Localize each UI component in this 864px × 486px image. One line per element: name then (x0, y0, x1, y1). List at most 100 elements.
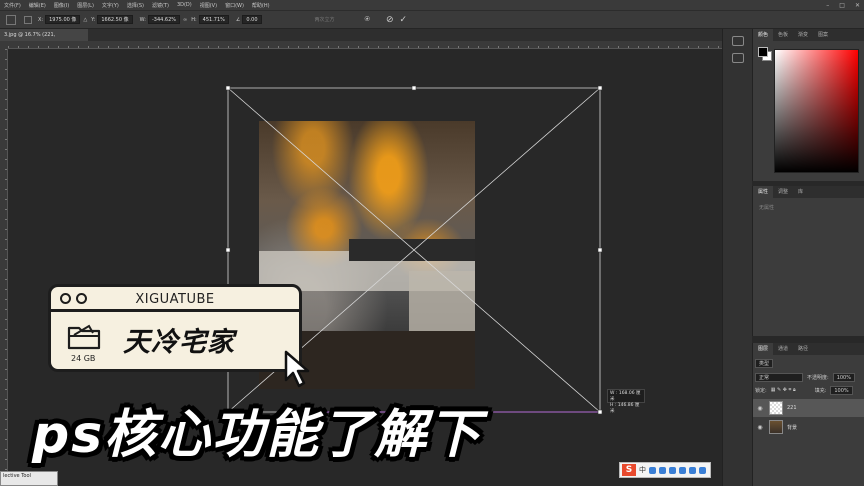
h-label: H: (191, 16, 197, 23)
ime-skin-icon[interactable] (689, 466, 696, 474)
menu-bar: 文件(F) 编辑(E) 图像(I) 图层(L) 文字(Y) 选择(S) 滤镜(T… (0, 0, 864, 10)
document-tab-bar: 3.jpg @ 16.7% (221, RGB/8#)× (0, 29, 722, 50)
play-icon[interactable] (731, 53, 744, 63)
vertical-ruler[interactable] (0, 49, 8, 486)
layer-name[interactable]: 221 (787, 405, 797, 411)
blend-row: 正常 不透明度: 100% (755, 372, 855, 382)
color-panel: 颜色 色板 渐变 图案 (752, 29, 864, 181)
blend-mode-select[interactable]: 正常 (755, 372, 803, 382)
layer-row[interactable]: ◉ 背景 (753, 418, 864, 436)
minimize-icon[interactable]: – (826, 2, 829, 9)
menu-help[interactable]: 帮助(H) (248, 2, 274, 9)
layer-row[interactable]: ◉ 221 (753, 399, 864, 417)
layer-thumbnail (769, 420, 783, 434)
color-picker-field[interactable] (774, 49, 859, 173)
x-field[interactable]: 1975.00 像 (45, 15, 81, 24)
card-name: 天冷宅家 (123, 327, 235, 358)
tab-libraries[interactable]: 库 (793, 186, 808, 198)
h-field[interactable]: 451.71% (198, 15, 229, 24)
ime-punctuation-icon[interactable] (649, 466, 656, 474)
menu-file[interactable]: 文件(F) (0, 2, 25, 9)
transform-size-readout: W : 168.06 厘米 H : 146.86 厘米 (607, 389, 645, 414)
opacity-field[interactable]: 100% (832, 372, 855, 382)
layer-name[interactable]: 背景 (787, 424, 797, 431)
reference-point-icon[interactable] (24, 15, 32, 24)
y-label: Y: (91, 16, 96, 23)
card-size-label: 24 GB (71, 354, 96, 363)
menu-3d[interactable]: 3D(D) (173, 2, 196, 8)
ime-tools-icon[interactable] (699, 466, 706, 474)
ime-toolbar: S 中 (619, 462, 711, 478)
tool-tooltip: lective Tool (0, 471, 58, 486)
readout-height: H : 146.86 厘米 (610, 403, 640, 414)
close-icon[interactable]: ✕ (855, 2, 860, 9)
menu-edit[interactable]: 编辑(E) (25, 2, 50, 9)
card-header: XIGUATUBE (51, 287, 299, 312)
visibility-eye-icon[interactable]: ◉ (755, 405, 765, 412)
lock-icons[interactable]: ▦ ✎ ✥ ⌗ 🔒︎ (771, 387, 811, 393)
layers-panel-tabs: 图层 通道 路径 (753, 343, 864, 355)
tab-swatches[interactable]: 色板 (773, 29, 793, 41)
layers-panel: 图层 通道 路径 类型 正常 不透明度: 100% 锁定: ▦ ✎ ✥ ⌗ 🔒︎… (752, 343, 864, 486)
angle-icon: ∠ (235, 16, 241, 23)
video-caption: ps核心功能了解下 (32, 405, 483, 465)
tab-paths[interactable]: 路径 (793, 343, 813, 355)
tab-gradients[interactable]: 渐变 (793, 29, 813, 41)
photo-roof (349, 239, 475, 261)
sogou-logo-icon[interactable]: S (622, 464, 636, 476)
folder-icon (67, 324, 101, 350)
mouse-cursor-icon (284, 350, 310, 388)
menu-view[interactable]: 视图(V) (196, 2, 221, 9)
visibility-eye-icon[interactable]: ◉ (755, 424, 765, 431)
menu-type[interactable]: 文字(Y) (98, 2, 123, 9)
fill-field[interactable]: 100% (830, 385, 853, 395)
tab-channels[interactable]: 通道 (773, 343, 793, 355)
card-body: 24 GB 天冷宅家 (51, 312, 299, 369)
document-tab[interactable]: 3.jpg @ 16.7% (221, RGB/8#)× (0, 29, 88, 50)
properties-panel-tabs: 属性 调整 库 (753, 186, 864, 198)
options-bar: X: 1975.00 像 △ Y: 1662.50 像 W: -344.62% … (0, 10, 864, 29)
cancel-icon[interactable]: ⊘ (386, 15, 394, 25)
color-panel-icon[interactable] (731, 36, 744, 46)
card-title: XIGUATUBE (135, 292, 215, 307)
ruler-corner (0, 41, 8, 49)
layer-thumbnail (769, 401, 783, 415)
fill-label: 填充: (814, 387, 827, 394)
menu-layer[interactable]: 图层(L) (73, 2, 98, 9)
tab-adjustments[interactable]: 调整 (773, 186, 793, 198)
angle-field[interactable]: 0.00 (242, 15, 262, 24)
window-controls: – □ ✕ (826, 0, 860, 10)
layer-kind-filter[interactable]: 类型 (755, 358, 774, 368)
commit-icon[interactable]: ✓ (400, 15, 408, 25)
warp-icon[interactable]: ⍟ (365, 15, 370, 25)
menu-select[interactable]: 选择(S) (123, 2, 148, 9)
opacity-label: 不透明度: (807, 374, 829, 381)
ime-emoji-icon[interactable] (659, 466, 666, 474)
tab-layers[interactable]: 图层 (753, 343, 774, 355)
menu-window[interactable]: 窗口(W) (221, 2, 248, 9)
w-field[interactable]: -344.62% (147, 15, 181, 24)
panel-icon-strip (722, 29, 752, 486)
link-icon[interactable]: ∞ (183, 17, 187, 23)
maximize-icon[interactable]: □ (839, 2, 845, 9)
tab-properties[interactable]: 属性 (753, 186, 774, 198)
transform-tool-icon[interactable] (6, 14, 16, 25)
foreground-color-swatch[interactable] (758, 47, 768, 57)
tab-color[interactable]: 颜色 (753, 29, 774, 41)
channel-card: XIGUATUBE 24 GB 天冷宅家 (48, 284, 302, 372)
menu-image[interactable]: 图像(I) (50, 2, 73, 9)
ime-keyboard-icon[interactable] (679, 466, 686, 474)
interpolation-select[interactable]: 两次立方 (315, 16, 335, 23)
y-field[interactable]: 1662.50 像 (97, 15, 133, 24)
color-panel-tabs: 颜色 色板 渐变 图案 (753, 29, 864, 41)
ime-language[interactable]: 中 (639, 465, 646, 475)
properties-empty-text: 无属性 (759, 205, 775, 211)
delta-icon[interactable]: △ (83, 17, 87, 23)
ime-voice-icon[interactable] (669, 466, 676, 474)
x-label: X: (38, 16, 44, 23)
menu-filter[interactable]: 滤镜(T) (148, 2, 173, 9)
lock-label: 锁定: (755, 387, 767, 394)
lock-row: 锁定: ▦ ✎ ✥ ⌗ 🔒︎ 填充: 100% (755, 385, 853, 395)
tab-patterns[interactable]: 图案 (813, 29, 833, 41)
horizontal-ruler[interactable] (8, 41, 722, 49)
